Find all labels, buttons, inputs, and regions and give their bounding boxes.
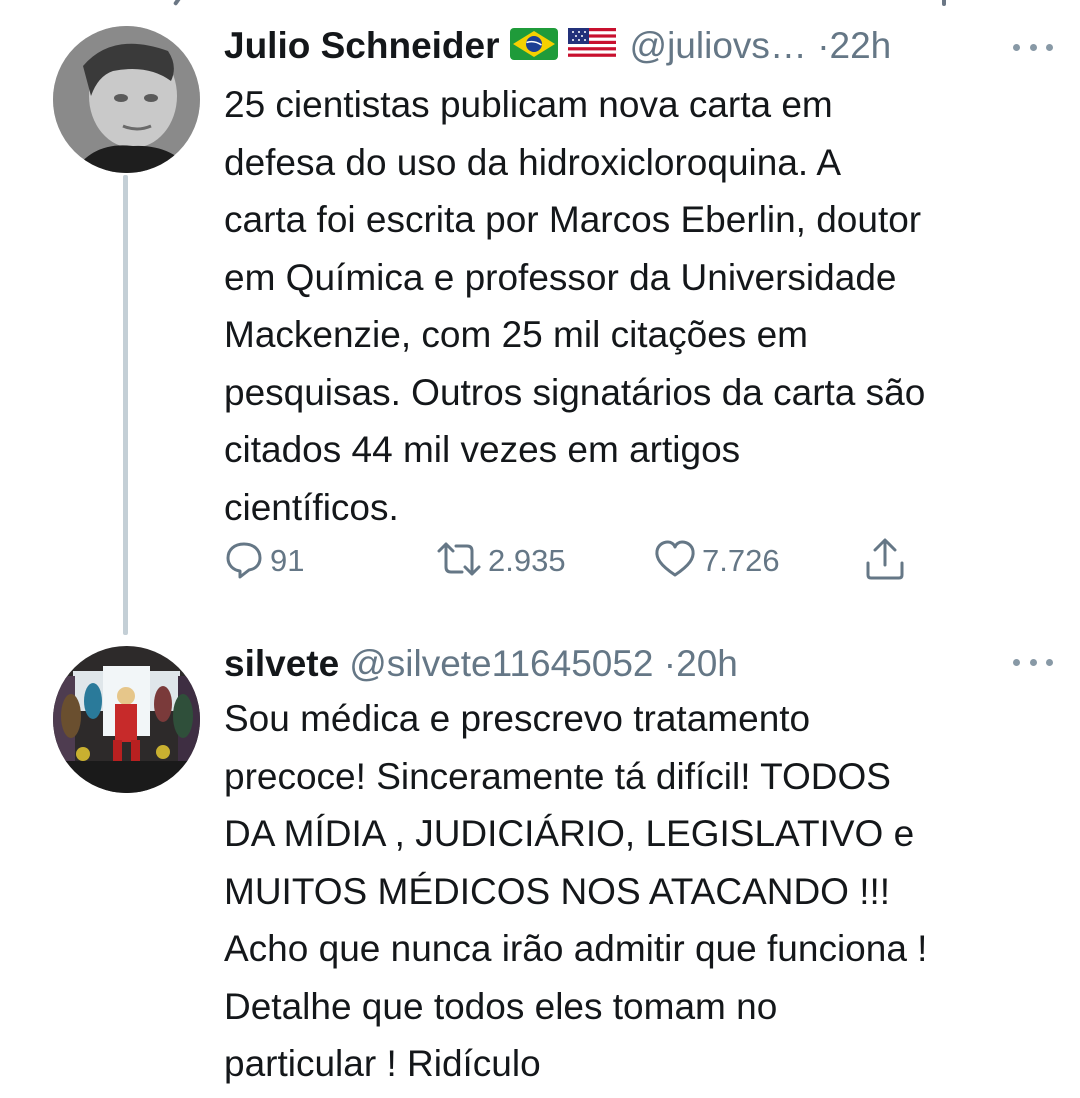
reply-icon [224,539,264,584]
more-icon[interactable] [1013,657,1053,667]
separator: · [817,25,830,66]
timestamp[interactable]: 20h [676,643,738,684]
like-icon [654,539,696,584]
tweet[interactable]: Julio Schneider @juliovs… ·22h 25 cientis… [0,0,1080,640]
retweet-button[interactable]: 2.935 [436,536,566,586]
share-button[interactable] [864,536,906,586]
tweet-actions: 91 2.935 7.726 [224,536,924,586]
like-button[interactable]: 7.726 [654,536,780,586]
tweet-text: Sou médica e prescrevo tratamento precoc… [224,698,928,1084]
timestamp[interactable]: 22h [830,25,892,66]
author-name[interactable]: silvete [224,643,339,684]
author-handle[interactable]: @silvete11645052 [349,643,653,684]
separator: · [663,643,677,684]
tweet-header: Julio Schneider @juliovs… ·22h [224,24,891,70]
share-icon [864,537,906,586]
tweet-text: 25 cientistas publicam nova carta em def… [224,84,926,528]
author-name[interactable]: Julio Schneider [224,25,500,66]
avatar[interactable] [53,646,200,793]
tweet-header: silvete @silvete11645052 ·20h [224,642,738,686]
more-icon[interactable] [1013,42,1053,52]
like-count: 7.726 [702,543,780,578]
brazil-flag-icon [509,26,558,70]
retweet-count: 2.935 [488,543,566,578]
avatar[interactable] [53,26,200,173]
thread-connector [123,175,128,635]
author-handle[interactable]: @juliovs… [630,25,807,66]
usa-flag-icon [567,26,616,70]
reply-button[interactable]: 91 [224,536,304,586]
reply-count: 91 [270,543,305,578]
tweet[interactable]: silvete @silvete11645052 ·20h Sou médica … [0,640,1080,1098]
retweet-icon [436,539,482,584]
